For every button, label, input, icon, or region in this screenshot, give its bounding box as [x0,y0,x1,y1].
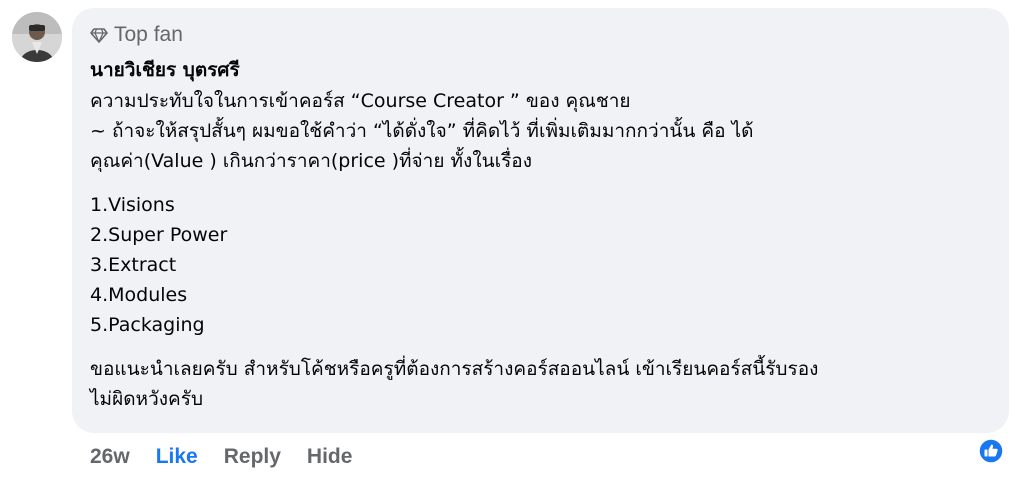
top-fan-badge[interactable]: Top fan [90,22,991,48]
list-item: 2.Super Power [90,224,228,246]
badge-label: Top fan [114,23,183,46]
comment-actions: 26w Like Reply Hide [90,440,352,474]
comment-text-line: ความประทับใจในการเข้าคอร์ส “Course Creat… [90,90,631,112]
comment-outro: ขอแนะนำเลยครับ สำหรับโค้ชหรือครูที่ต้องก… [90,354,991,414]
avatar-image [12,12,62,62]
list-item: 5.Packaging [90,314,205,336]
like-button[interactable]: Like [156,440,198,474]
comment-bubble: Top fan นายวิเชียร บุตรศรี ความประทับใจใ… [72,8,1009,433]
comment-author[interactable]: นายวิเชียร บุตรศรี [90,56,991,84]
diamond-icon [90,28,108,43]
reply-button[interactable]: Reply [224,440,281,474]
list-item: 4.Modules [90,284,188,306]
comment-timestamp[interactable]: 26w [90,440,130,474]
hide-button[interactable]: Hide [307,440,353,474]
list-item: 3.Extract [90,254,177,276]
comment-text-line: คุณค่า(Value ) เกินกว่าราคา(price )ที่จ่… [90,150,532,172]
comment-intro: ความประทับใจในการเข้าคอร์ส “Course Creat… [90,86,991,176]
thumbs-up-reaction-icon[interactable] [978,438,1004,464]
comment-text-line: ไม่ผิดหวังครับ [90,388,203,410]
comment-text-line: ขอแนะนำเลยครับ สำหรับโค้ชหรือครูที่ต้องก… [90,358,819,380]
avatar[interactable] [12,12,62,62]
comment-list: 1.Visions 2.Super Power 3.Extract 4.Modu… [90,190,991,340]
list-item: 1.Visions [90,194,175,216]
comment-text-line: ~ ถ้าจะให้สรุปสั้นๆ ผมขอใช้คำว่า “ได้ดั่… [90,120,754,142]
